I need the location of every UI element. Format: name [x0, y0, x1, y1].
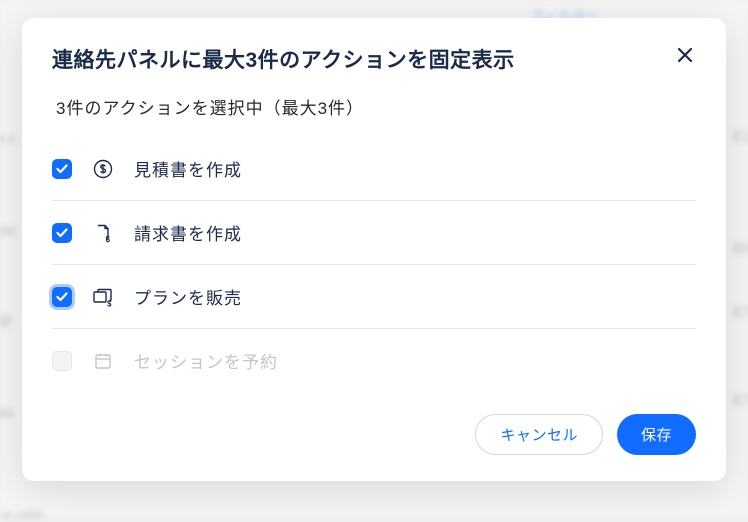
list-item-label: セッションを予約 — [134, 348, 278, 373]
list-item-label: 見積書を作成 — [134, 156, 242, 181]
dollar-circle-icon — [92, 158, 114, 180]
svg-text:$: $ — [106, 235, 111, 243]
svg-text:$: $ — [107, 299, 112, 307]
list-item: セッションを予約 — [52, 329, 696, 392]
file-dollar-icon: $ — [92, 222, 114, 244]
list-item: 見積書を作成 — [52, 137, 696, 201]
pin-actions-modal: 連絡先パネルに最大3件のアクションを固定表示 3件のアクションを選択中（最大3件… — [22, 18, 726, 481]
modal-footer: キャンセル 保存 — [22, 392, 726, 481]
modal-subtitle: 3件のアクションを選択中（最大3件） — [22, 82, 726, 137]
checkbox-session — [52, 351, 72, 371]
cards-dollar-icon: $ — [92, 286, 114, 308]
modal-header: 連絡先パネルに最大3件のアクションを固定表示 — [22, 18, 726, 82]
list-item-label: プランを販売 — [134, 284, 242, 309]
checkbox-invoice[interactable] — [52, 223, 72, 243]
list-item-label: 請求書を作成 — [134, 220, 242, 245]
cancel-button[interactable]: キャンセル — [475, 414, 603, 455]
calendar-icon — [92, 350, 114, 372]
list-item: $ 請求書を作成 — [52, 201, 696, 265]
action-list: 見積書を作成 $ 請求書を作成 $ プランを販売 セッショ — [22, 137, 726, 392]
close-icon — [676, 46, 694, 67]
checkbox-quote[interactable] — [52, 159, 72, 179]
modal-title: 連絡先パネルに最大3件のアクションを固定表示 — [52, 44, 515, 74]
close-button[interactable] — [674, 44, 696, 69]
save-button[interactable]: 保存 — [617, 414, 696, 455]
checkbox-plan[interactable] — [52, 287, 72, 307]
list-item: $ プランを販売 — [52, 265, 696, 329]
